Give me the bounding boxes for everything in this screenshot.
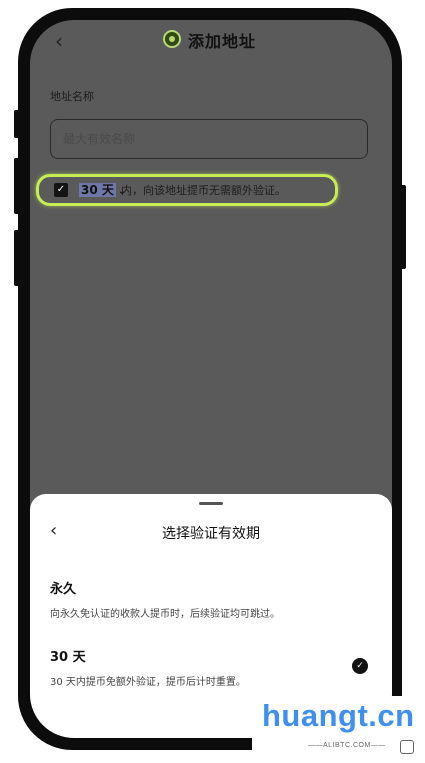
top-bar: ‹ 添加地址 bbox=[30, 20, 392, 64]
verify-description: 内，向该地址提币无需额外验证。 bbox=[121, 184, 286, 197]
mute-switch bbox=[14, 110, 20, 138]
watermark-subtext: ——ALIBTC.COM—— bbox=[308, 742, 386, 749]
watermark-logo-icon bbox=[400, 740, 414, 754]
page-title: 添加地址 bbox=[188, 32, 257, 51]
app-logo-icon bbox=[163, 30, 181, 48]
sheet-title: 选择验证有效期 bbox=[162, 526, 260, 542]
power-button bbox=[400, 185, 406, 269]
option-description: 向永久免认证的收款人提币时，后续验证均可跳过。 bbox=[50, 609, 280, 620]
option-description: 30 天内提币免额外验证，提币后计时重置。 bbox=[50, 677, 246, 688]
option-30-days[interactable]: 30 天 30 天内提币免额外验证，提币后计时重置。 ✓ bbox=[50, 646, 372, 688]
watermark-text: huangt.cn bbox=[262, 698, 415, 733]
check-circle-icon: ✓ bbox=[352, 658, 368, 674]
option-permanent[interactable]: 永久 向永久免认证的收款人提币时，后续验证均可跳过。 bbox=[50, 578, 372, 620]
address-name-label: 地址名称 bbox=[50, 90, 94, 103]
back-arrow-icon[interactable]: ‹ bbox=[48, 30, 70, 52]
volume-down-button bbox=[14, 230, 20, 286]
address-name-input[interactable] bbox=[50, 119, 368, 159]
period-value: 30 天 bbox=[79, 183, 116, 197]
volume-up-button bbox=[14, 158, 20, 214]
period-dropdown[interactable]: 30 天 ⌄ bbox=[79, 181, 126, 199]
watermark: huangt.cn ——ALIBTC.COM—— bbox=[252, 696, 425, 763]
verification-row-highlight[interactable]: ✓ 30 天 ⌄ 内，向该地址提币无需额外验证。 bbox=[36, 174, 338, 206]
verify-checkbox[interactable]: ✓ bbox=[54, 183, 68, 197]
option-title: 永久 bbox=[50, 582, 77, 597]
option-title: 30 天 bbox=[50, 650, 86, 665]
phone-screen: ‹ 添加地址 地址名称 ✓ 30 天⌄ 内，向该地址提币无需额外验证。 ‹ 选择… bbox=[30, 20, 392, 738]
sheet-grabber[interactable] bbox=[199, 502, 223, 505]
